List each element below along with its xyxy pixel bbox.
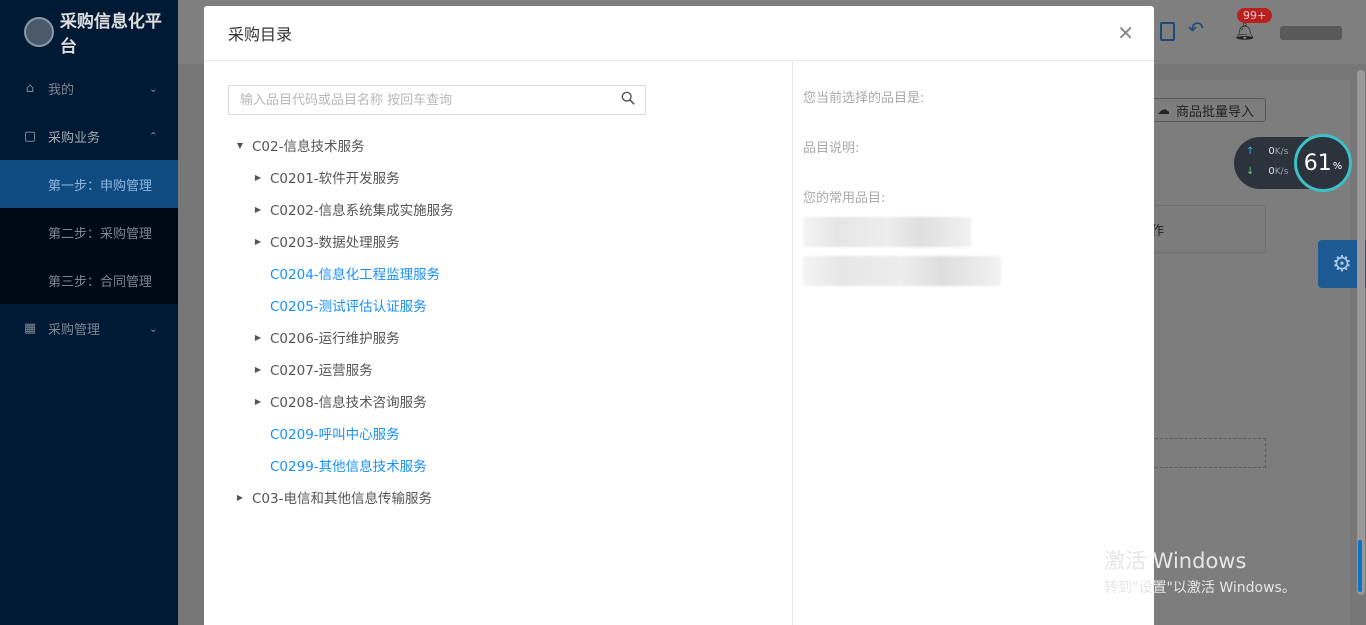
cpu-value: 61 — [1303, 150, 1332, 176]
tree-node-label[interactable]: C0207-运营服务 — [270, 359, 373, 379]
percent-sign: % — [1332, 160, 1343, 172]
tree-node-c0204[interactable]: ▶ C0204-信息化工程监理服务 — [228, 257, 454, 289]
home-icon: ⌂ — [25, 80, 35, 96]
tree-node-label[interactable]: C0203-数据处理服务 — [270, 231, 400, 251]
sidebar-item-label: 我的 — [48, 82, 75, 98]
tree-node-c0299[interactable]: ▶ C0299-其他信息技术服务 — [228, 449, 454, 481]
page-scrollbar[interactable] — [1357, 70, 1365, 595]
dashed-add-area[interactable] — [1150, 438, 1266, 468]
emblem-icon — [24, 17, 54, 47]
cpu-gauge[interactable]: 61% — [1294, 134, 1352, 192]
bell-icon[interactable]: 🔔︎ — [1234, 22, 1256, 42]
watermark-subtitle: 转到"设置"以激活 Windows。 — [1104, 580, 1296, 596]
page-scrollbar-thumb[interactable] — [1358, 540, 1362, 592]
tree-node-c0202[interactable]: ▶ C0202-信息系统集成实施服务 — [228, 193, 454, 225]
tree-node-label[interactable]: C0208-信息技术咨询服务 — [270, 391, 427, 411]
download-unit: K/s — [1274, 167, 1289, 177]
caret-down-icon[interactable]: ▼ — [228, 141, 252, 150]
logo-text: 采购信息化平台 — [59, 12, 162, 57]
sidebar-item-label: 第二步：采购管理 — [48, 226, 153, 242]
chevron-down-icon: ⌄ — [148, 321, 158, 335]
close-icon[interactable]: ✕ — [1117, 21, 1134, 45]
search-icon[interactable] — [621, 91, 635, 105]
chevron-up-icon: ⌃ — [148, 129, 158, 143]
notification-badge: 99+ — [1237, 8, 1273, 23]
sidebar: 采购信息化平台 ⌂ 我的 ⌄ ▢ 采购业务 ⌃ 第一步：申购管理 第二步：采购管… — [0, 0, 178, 625]
sidebar-item-purchase-management[interactable]: ▦ 采购管理 ⌄ — [0, 304, 178, 352]
upload-arrow-icon: ↑ — [1246, 146, 1255, 157]
back-arrow-icon[interactable]: ↶ — [1188, 18, 1204, 40]
catalog-search-box[interactable] — [228, 85, 646, 115]
tree-node-label[interactable]: C0206-运行维护服务 — [270, 327, 400, 347]
sidebar-item-step2[interactable]: 第二步：采购管理 — [0, 208, 178, 256]
sidebar-item-label: 采购管理 — [48, 322, 101, 338]
upload-speed: ↑ 0K/s — [1246, 146, 1288, 157]
tree-node-c0209[interactable]: ▶ C0209-呼叫中心服务 — [228, 417, 454, 449]
batch-import-button[interactable]: ☁ 商品批量导入 — [1150, 98, 1266, 122]
tree-node-label[interactable]: C0201-软件开发服务 — [270, 167, 400, 187]
windows-activation-watermark: 激活 Windows 转到"设置"以激活 Windows。 — [1104, 545, 1296, 597]
common-items-label: 您的常用品目: — [803, 191, 886, 206]
chevron-down-icon: ⌄ — [148, 81, 158, 95]
table-icon: ▦ — [23, 320, 37, 336]
tree-node-label[interactable]: C0205-测试评估认证服务 — [270, 295, 427, 315]
item-description-label: 品目说明: — [803, 141, 860, 156]
tree-node-c0208[interactable]: ▶ C0208-信息技术咨询服务 — [228, 385, 454, 417]
tree-node-c0205[interactable]: ▶ C0205-测试评估认证服务 — [228, 289, 454, 321]
sidebar-item-mine[interactable]: ⌂ 我的 ⌄ — [0, 64, 178, 112]
sidebar-item-step3[interactable]: 第三步：合同管理 — [0, 256, 178, 304]
upload-unit: K/s — [1274, 147, 1289, 157]
tree-node-c0203[interactable]: ▶ C0203-数据处理服务 — [228, 225, 454, 257]
common-item-2[interactable] — [803, 256, 1001, 286]
caret-right-icon[interactable]: ▶ — [246, 173, 270, 182]
sidebar-item-step1[interactable]: 第一步：申购管理 — [0, 160, 178, 208]
catalog-tree-pane: ▼ C02-信息技术服务 ▶ C0201-软件开发服务 ▶ C0202-信息系统… — [204, 61, 793, 625]
common-item-1[interactable] — [803, 217, 971, 247]
download-arrow-icon: ↓ — [1246, 166, 1255, 177]
cloud-upload-icon: ☁ — [1157, 102, 1170, 118]
modal-title: 采购目录 — [228, 25, 293, 44]
briefcase-icon: ▢ — [23, 128, 37, 144]
selected-item-label: 您当前选择的品目是: — [803, 91, 925, 106]
sidebar-item-label: 第一步：申购管理 — [48, 178, 153, 194]
batch-import-label: 商品批量导入 — [1176, 104, 1255, 120]
sidebar-item-purchase-business[interactable]: ▢ 采购业务 ⌃ — [0, 112, 178, 160]
catalog-tree: ▼ C02-信息技术服务 ▶ C0201-软件开发服务 ▶ C0202-信息系统… — [228, 129, 454, 513]
app-logo[interactable]: 采购信息化平台 — [0, 0, 178, 64]
download-speed: ↓ 0K/s — [1246, 166, 1288, 177]
caret-right-icon[interactable]: ▶ — [246, 397, 270, 406]
caret-right-icon[interactable]: ▶ — [246, 333, 270, 342]
modal-header: 采购目录 ✕ — [204, 6, 1154, 61]
caret-right-icon[interactable]: ▶ — [246, 365, 270, 374]
tree-node-label[interactable]: C0204-信息化工程监理服务 — [270, 263, 440, 283]
tree-node-label[interactable]: C02-信息技术服务 — [252, 135, 364, 155]
caret-right-icon[interactable]: ▶ — [246, 237, 270, 246]
catalog-search-input[interactable] — [229, 86, 610, 114]
caret-right-icon[interactable]: ▶ — [246, 205, 270, 214]
tree-node-label[interactable]: C0209-呼叫中心服务 — [270, 423, 400, 443]
user-avatar[interactable] — [1280, 26, 1342, 40]
tree-node-c0207[interactable]: ▶ C0207-运营服务 — [228, 353, 454, 385]
catalog-detail-pane: 您当前选择的品目是: 品目说明: 您的常用品目: — [803, 61, 1154, 625]
tree-node-c0206[interactable]: ▶ C0206-运行维护服务 — [228, 321, 454, 353]
tree-node-c0201[interactable]: ▶ C0201-软件开发服务 — [228, 161, 454, 193]
watermark-title: 激活 Windows — [1104, 549, 1247, 573]
gear-icon: ⚙ — [1332, 251, 1352, 277]
tree-node-c03[interactable]: ▶ C03-电信和其他信息传输服务 — [228, 481, 454, 513]
caret-right-icon[interactable]: ▶ — [228, 493, 252, 502]
mobile-icon[interactable] — [1160, 22, 1175, 41]
tree-node-label[interactable]: C03-电信和其他信息传输服务 — [252, 487, 432, 507]
tree-node-label[interactable]: C0202-信息系统集成实施服务 — [270, 199, 454, 219]
catalog-modal: 采购目录 ✕ ▼ C02-信息技术服务 ▶ C0201-软件开发服务 ▶ C02… — [204, 6, 1154, 625]
tree-node-c02[interactable]: ▼ C02-信息技术服务 — [228, 129, 454, 161]
table-header: 作 — [1150, 205, 1266, 253]
tree-node-label[interactable]: C0299-其他信息技术服务 — [270, 455, 427, 475]
sidebar-item-label: 采购业务 — [48, 130, 101, 146]
sidebar-item-label: 第三步：合同管理 — [48, 274, 153, 290]
